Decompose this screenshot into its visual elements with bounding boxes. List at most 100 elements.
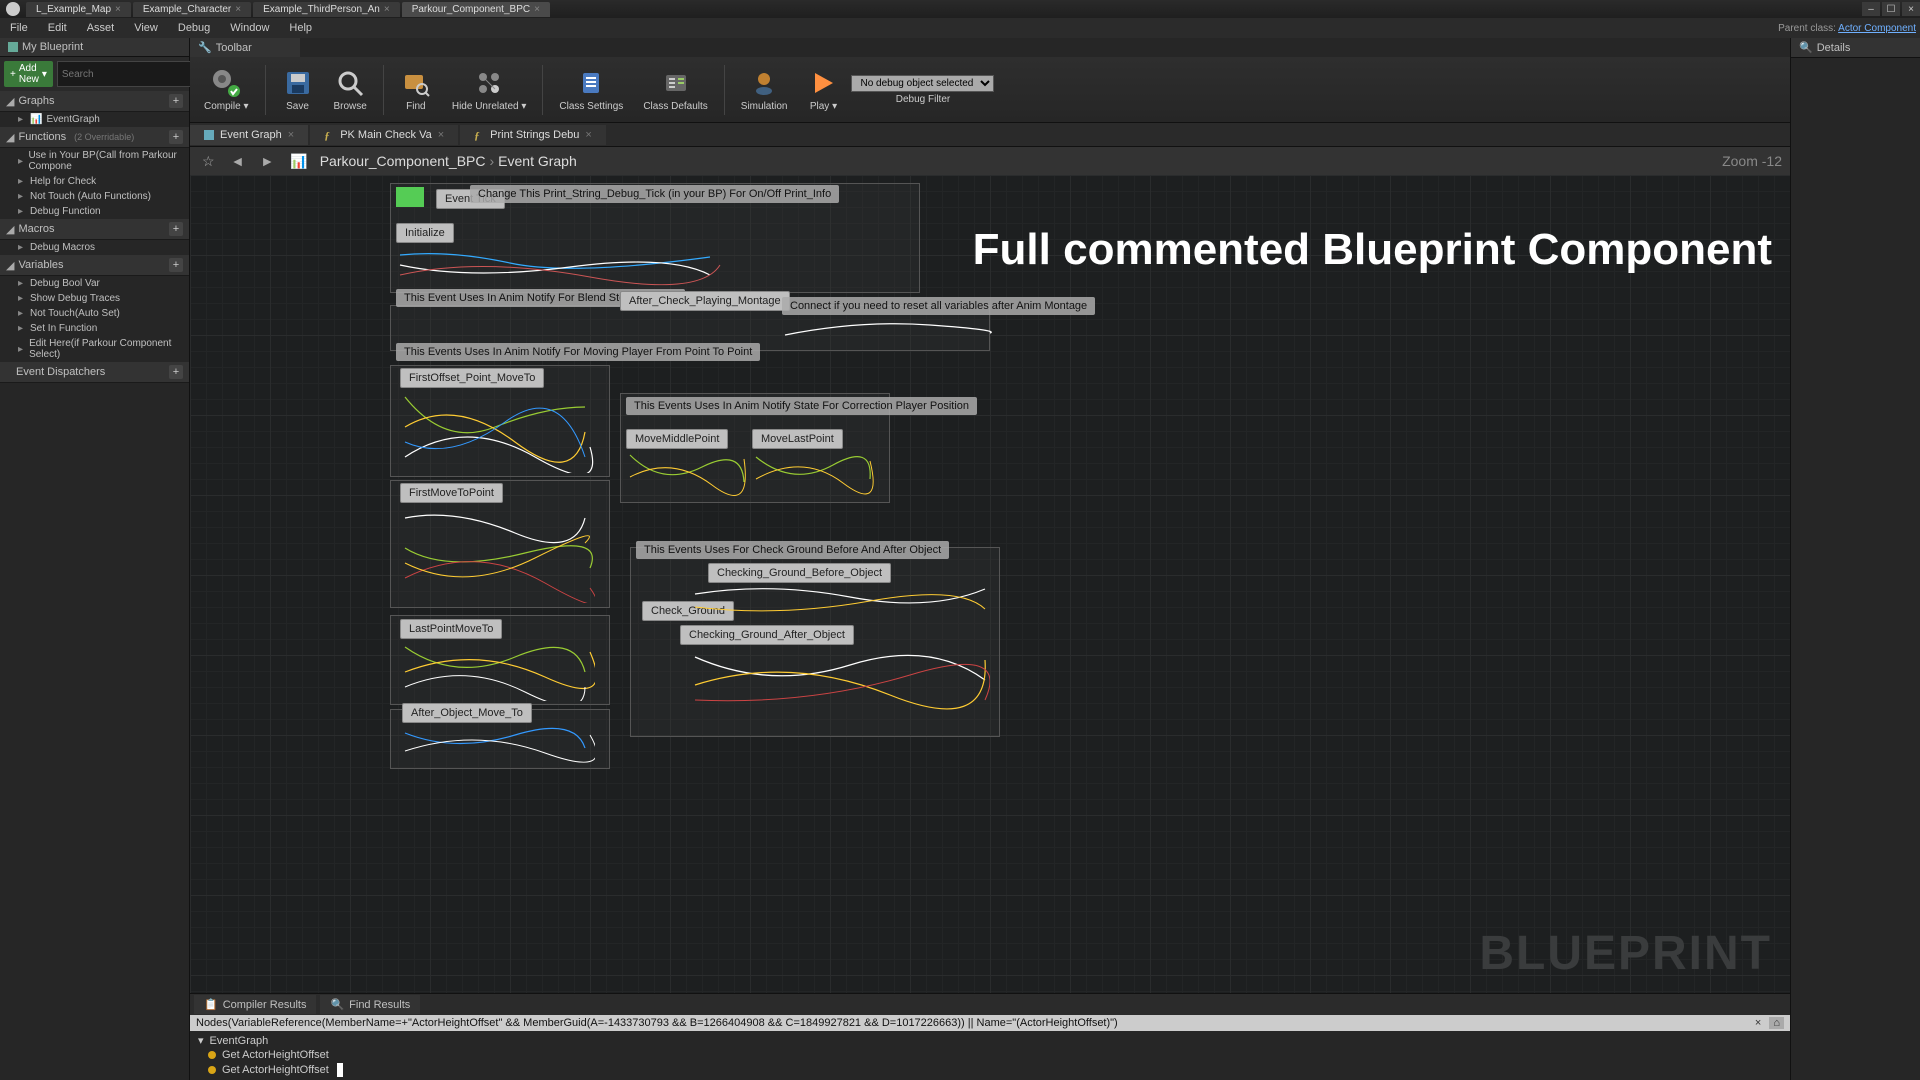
parent-class-link[interactable]: Actor Component — [1838, 23, 1916, 34]
add-function-button[interactable]: + — [169, 130, 183, 144]
search-scope-button[interactable]: ⌂ — [1769, 1017, 1784, 1029]
tree-item[interactable]: ▸Not Touch(Auto Set) — [0, 306, 189, 321]
comment-box[interactable]: This Events Uses In Anim Notify For Movi… — [396, 343, 760, 361]
tree-item[interactable]: ▸Debug Macros — [0, 240, 189, 255]
tree-item[interactable]: ▸Edit Here(if Parkour Component Select) — [0, 336, 189, 362]
panel-tab-toolbar[interactable]: 🔧 Toolbar — [190, 38, 300, 57]
class-defaults-button[interactable]: Class Defaults — [635, 63, 715, 116]
event-node[interactable] — [396, 187, 424, 207]
tree-item[interactable]: ▸Not Touch (Auto Functions) — [0, 189, 189, 204]
compile-icon — [210, 67, 242, 99]
collapsed-node[interactable]: After_Object_Move_To — [402, 703, 532, 723]
tab-compiler-results[interactable]: 📋 Compiler Results — [194, 995, 316, 1014]
browse-button[interactable]: Browse — [326, 63, 375, 116]
result-item[interactable]: Get ActorHeightOffset — [196, 1048, 1784, 1062]
variable-icon — [208, 1051, 216, 1059]
section-macros[interactable]: ◢Macros+ — [0, 219, 189, 240]
class-settings-button[interactable]: Class Settings — [551, 63, 631, 116]
window-tab[interactable]: Example_ThirdPerson_An× — [253, 2, 400, 17]
tree-item[interactable]: ▸Debug Bool Var — [0, 276, 189, 291]
panel-tab-details[interactable]: 🔍 Details — [1791, 38, 1920, 58]
result-group[interactable]: EventGraph — [210, 1035, 269, 1047]
close-icon[interactable]: × — [384, 4, 390, 15]
add-new-button[interactable]: +Add New▾ — [4, 61, 53, 87]
find-button[interactable]: Find — [392, 63, 440, 116]
simulation-button[interactable]: Simulation — [733, 63, 796, 116]
details-panel: 🔍 Details — [1790, 38, 1920, 1080]
maximize-button[interactable]: ☐ — [1882, 2, 1900, 16]
play-button[interactable]: Play ▾ — [799, 63, 847, 116]
graph-tab-function[interactable]: ƒPK Main Check Va× — [310, 125, 458, 145]
collapsed-node[interactable]: Checking_Ground_After_Object — [680, 625, 854, 645]
tree-item[interactable]: ▸Show Debug Traces — [0, 291, 189, 306]
my-blueprint-panel: My Blueprint +Add New▾ ◑▾ 👁 ◢Graphs+ ▸📊 … — [0, 38, 190, 1080]
window-tab[interactable]: Parkour_Component_BPC× — [402, 2, 550, 17]
minimize-button[interactable]: – — [1862, 2, 1880, 16]
menu-help[interactable]: Help — [279, 19, 322, 37]
comment-box[interactable]: This Events Uses For Check Ground Before… — [636, 541, 949, 559]
window-tab[interactable]: Example_Character× — [133, 2, 251, 17]
nav-forward-button[interactable]: ► — [256, 151, 278, 171]
hide-unrelated-button[interactable]: Hide Unrelated ▾ — [444, 63, 535, 116]
collapsed-node[interactable]: FirstOffset_Point_MoveTo — [400, 368, 544, 388]
tree-item-eventgraph[interactable]: ▸📊 EventGraph — [0, 112, 189, 127]
result-item[interactable]: Get ActorHeightOffset — [196, 1062, 1784, 1078]
find-icon — [400, 67, 432, 99]
compile-button[interactable]: Compile ▾ — [196, 63, 257, 116]
save-button[interactable]: Save — [274, 63, 322, 116]
close-icon[interactable]: × — [235, 4, 241, 15]
favorite-button[interactable]: ☆ — [198, 151, 219, 172]
comment-box[interactable]: Change This Print_String_Debug_Tick (in … — [470, 185, 839, 203]
section-variables[interactable]: ◢Variables+ — [0, 255, 189, 276]
add-variable-button[interactable]: + — [169, 258, 183, 272]
section-dispatchers[interactable]: Event Dispatchers+ — [0, 362, 189, 383]
menu-asset[interactable]: Asset — [77, 19, 125, 37]
tree-item[interactable]: ▸Debug Function — [0, 204, 189, 219]
graph-icon — [204, 130, 214, 140]
menu-window[interactable]: Window — [220, 19, 279, 37]
close-icon[interactable]: × — [585, 129, 591, 141]
collapsed-node[interactable]: LastPointMoveTo — [400, 619, 502, 639]
menu-file[interactable]: File — [0, 19, 38, 37]
close-icon[interactable]: × — [534, 4, 540, 15]
close-icon[interactable]: × — [115, 4, 121, 15]
section-graphs[interactable]: ◢Graphs+ — [0, 91, 189, 112]
section-functions[interactable]: ◢Functions(2 Overridable)+ — [0, 127, 189, 148]
results-tabs: 📋 Compiler Results 🔍 Find Results — [190, 993, 1790, 1015]
tab-find-results[interactable]: 🔍 Find Results — [320, 995, 420, 1014]
tree-item[interactable]: ▸Help for Check — [0, 174, 189, 189]
comment-box[interactable]: This Events Uses In Anim Notify State Fo… — [626, 397, 977, 415]
text-cursor — [337, 1063, 343, 1077]
breadcrumb-root[interactable]: Parkour_Component_BPC — [320, 153, 486, 169]
graph-tab-function[interactable]: ƒPrint Strings Debu× — [460, 125, 606, 145]
search-input[interactable] — [57, 61, 199, 87]
graph-tab-eventgraph[interactable]: Event Graph× — [190, 125, 308, 145]
window-tab[interactable]: L_Example_Map× — [26, 2, 131, 17]
close-icon[interactable]: × — [438, 129, 444, 141]
find-query-text[interactable]: Nodes(VariableReference(MemberName=+"Act… — [196, 1017, 1118, 1029]
add-macro-button[interactable]: + — [169, 222, 183, 236]
close-icon[interactable]: × — [288, 129, 294, 141]
collapsed-node[interactable]: After_Check_Playing_Montage — [620, 291, 790, 311]
close-button[interactable]: × — [1902, 2, 1920, 16]
comment-box[interactable]: Connect if you need to reset all variabl… — [782, 297, 1095, 315]
panel-tab-myblueprint[interactable]: My Blueprint — [0, 38, 189, 57]
find-query-row: Nodes(VariableReference(MemberName=+"Act… — [190, 1015, 1790, 1031]
menu-debug[interactable]: Debug — [168, 19, 220, 37]
breadcrumb: ☆ ◄ ► 📊 Parkour_Component_BPC›Event Grap… — [190, 147, 1790, 175]
collapsed-node[interactable]: MoveMiddlePoint — [626, 429, 728, 449]
add-dispatcher-button[interactable]: + — [169, 365, 183, 379]
collapsed-node[interactable]: FirstMoveToPoint — [400, 483, 503, 503]
menu-edit[interactable]: Edit — [38, 19, 77, 37]
nav-back-button[interactable]: ◄ — [227, 151, 249, 171]
add-graph-button[interactable]: + — [169, 94, 183, 108]
menu-view[interactable]: View — [124, 19, 168, 37]
debug-object-select[interactable]: No debug object selected — [851, 75, 994, 92]
collapsed-node[interactable]: Initialize — [396, 223, 454, 243]
tree-item[interactable]: ▸Use in Your BP(Call from Parkour Compon… — [0, 148, 189, 174]
clear-search-button[interactable]: × — [1751, 1017, 1765, 1029]
simulation-icon — [748, 67, 780, 99]
tree-item[interactable]: ▸Set In Function — [0, 321, 189, 336]
graph-canvas[interactable]: Full commented Blueprint Component BLUEP… — [190, 175, 1790, 993]
collapsed-node[interactable]: MoveLastPoint — [752, 429, 843, 449]
